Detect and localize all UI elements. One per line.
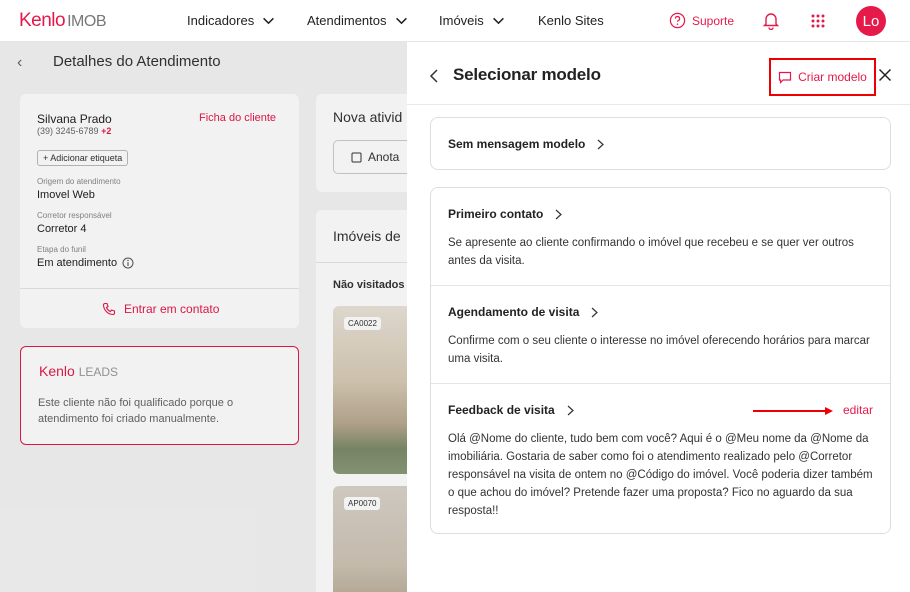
template-title: Agendamento de visita [448, 305, 580, 319]
template-body: Olá @Nome do cliente, tudo bem com você?… [448, 433, 873, 517]
template-divider [431, 383, 890, 384]
nav-indicadores[interactable]: Indicadores [187, 13, 275, 28]
message-plus-icon [779, 71, 792, 84]
support-link[interactable]: Suporte [669, 12, 734, 29]
chevron-down-icon [395, 17, 407, 25]
drawer-divider [407, 104, 910, 105]
close-icon[interactable] [878, 68, 892, 82]
nav-imoveis[interactable]: Imóveis [439, 13, 505, 28]
help-circle-icon [669, 12, 686, 29]
drawer-title: Selecionar modelo [453, 65, 601, 84]
template-title-agendamento[interactable]: Agendamento de visita [448, 305, 599, 319]
select-template-drawer: Selecionar modelo Criar modelo Sem mensa… [407, 42, 910, 592]
chevron-right-icon [597, 139, 605, 149]
kenlo-imob-logo[interactable]: Kenlo IMOB [19, 10, 106, 32]
annotation-arrow-icon [753, 407, 833, 415]
modal-backdrop[interactable] [0, 42, 407, 592]
nav-label: Atendimentos [307, 13, 387, 28]
back-chevron-icon[interactable] [429, 68, 439, 84]
nav-label: Indicadores [187, 13, 255, 28]
templates-list: Primeiro contato Se apresente ao cliente… [430, 187, 891, 534]
logo-product: IMOB [67, 13, 106, 30]
chevron-right-icon [567, 405, 574, 415]
nav-label: Kenlo Sites [538, 13, 604, 28]
no-template-header: Sem mensagem modelo [448, 137, 605, 151]
chevron-down-icon [492, 17, 504, 25]
template-body: Confirme com o seu cliente o interesse n… [448, 335, 870, 365]
top-navbar: Kenlo IMOB Indicadores Atendimentos Imóve… [0, 0, 910, 42]
template-title: Primeiro contato [448, 207, 544, 221]
chevron-right-icon [591, 307, 599, 317]
create-template-label: Criar modelo [798, 70, 867, 84]
nav-atendimentos[interactable]: Atendimentos [307, 13, 408, 28]
template-body: Se apresente ao cliente confirmando o im… [448, 237, 854, 267]
template-title-feedback[interactable]: Feedback de visita [448, 403, 574, 417]
nav-label: Imóveis [439, 13, 484, 28]
create-template-button[interactable]: Criar modelo [769, 58, 876, 96]
template-title-primeiro-contato[interactable]: Primeiro contato [448, 207, 563, 221]
chevron-right-icon [555, 209, 563, 219]
logo-text: Kenlo [19, 10, 66, 31]
edit-template-link[interactable]: editar [843, 403, 873, 417]
support-label: Suporte [692, 13, 735, 28]
user-avatar[interactable]: Lo [856, 6, 886, 36]
no-template-option[interactable]: Sem mensagem modelo [430, 117, 891, 170]
bell-icon[interactable] [762, 11, 780, 30]
no-template-label: Sem mensagem modelo [448, 137, 586, 151]
template-divider [431, 285, 890, 286]
nav-kenlo-sites[interactable]: Kenlo Sites [538, 13, 604, 28]
template-title: Feedback de visita [448, 403, 555, 417]
apps-grid-icon[interactable] [811, 14, 825, 28]
chevron-down-icon [263, 17, 275, 25]
